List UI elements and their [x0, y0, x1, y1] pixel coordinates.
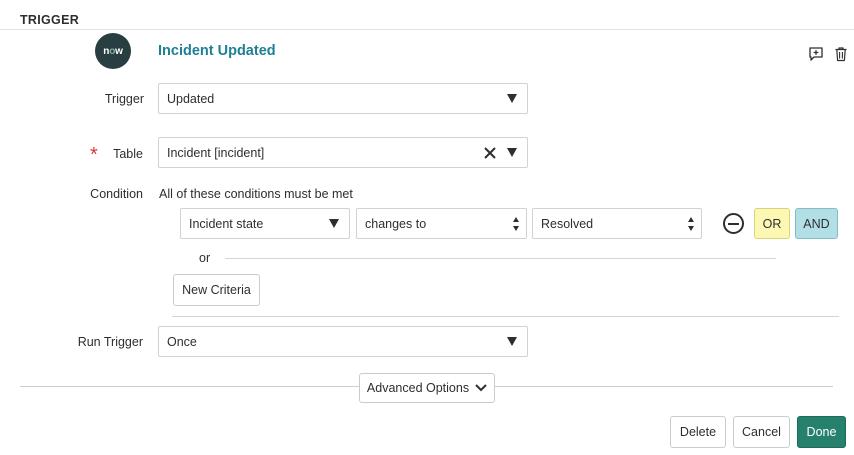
remove-condition-icon[interactable]: [723, 213, 744, 234]
trigger-title: Incident Updated: [158, 43, 276, 59]
and-button[interactable]: AND: [795, 208, 838, 239]
trigger-label: Trigger: [104, 92, 144, 106]
condition-label: Condition: [90, 187, 143, 201]
clear-icon[interactable]: [483, 146, 497, 160]
add-comment-icon[interactable]: [807, 45, 825, 63]
chevron-down-icon: [507, 337, 517, 346]
advanced-options-label: Advanced Options: [366, 381, 470, 395]
new-criteria-button[interactable]: New Criteria: [173, 274, 260, 306]
table-label: Table: [113, 147, 143, 161]
condition-description: All of these conditions must be met: [159, 187, 353, 201]
updown-arrows-icon: [688, 217, 696, 231]
trigger-select-value: Updated: [167, 91, 215, 106]
condition-field-value: Incident state: [189, 216, 264, 231]
delete-button[interactable]: Delete: [670, 416, 726, 448]
header-divider: [0, 29, 854, 30]
or-separator-line: [225, 258, 776, 259]
condition-value-select[interactable]: Resolved: [532, 208, 702, 239]
table-select[interactable]: Incident [incident]: [158, 137, 528, 168]
condition-operator-select[interactable]: changes to: [356, 208, 527, 239]
condition-operator-value: changes to: [365, 216, 427, 231]
condition-field-select[interactable]: Incident state: [180, 208, 350, 239]
section-title: TRIGGER: [20, 13, 80, 27]
chevron-down-icon: [475, 381, 487, 395]
chevron-down-icon: [507, 148, 517, 157]
run-trigger-select-value: Once: [167, 334, 197, 349]
table-select-value: Incident [incident]: [167, 145, 265, 160]
required-asterisk: *: [90, 144, 98, 166]
trash-icon[interactable]: [832, 45, 850, 63]
run-trigger-label: Run Trigger: [77, 335, 143, 349]
servicenow-logo: now: [95, 33, 131, 69]
section-divider: [172, 316, 839, 317]
updown-arrows-icon: [513, 217, 521, 231]
advanced-options-button[interactable]: Advanced Options: [359, 373, 495, 403]
trigger-select[interactable]: Updated: [158, 83, 528, 114]
chevron-down-icon: [507, 94, 517, 103]
run-trigger-select[interactable]: Once: [158, 326, 528, 357]
done-button[interactable]: Done: [797, 416, 846, 448]
cancel-button[interactable]: Cancel: [733, 416, 790, 448]
chevron-down-icon: [329, 219, 339, 228]
or-separator-label: or: [199, 251, 211, 265]
condition-value-value: Resolved: [541, 216, 594, 231]
or-button[interactable]: OR: [754, 208, 790, 239]
